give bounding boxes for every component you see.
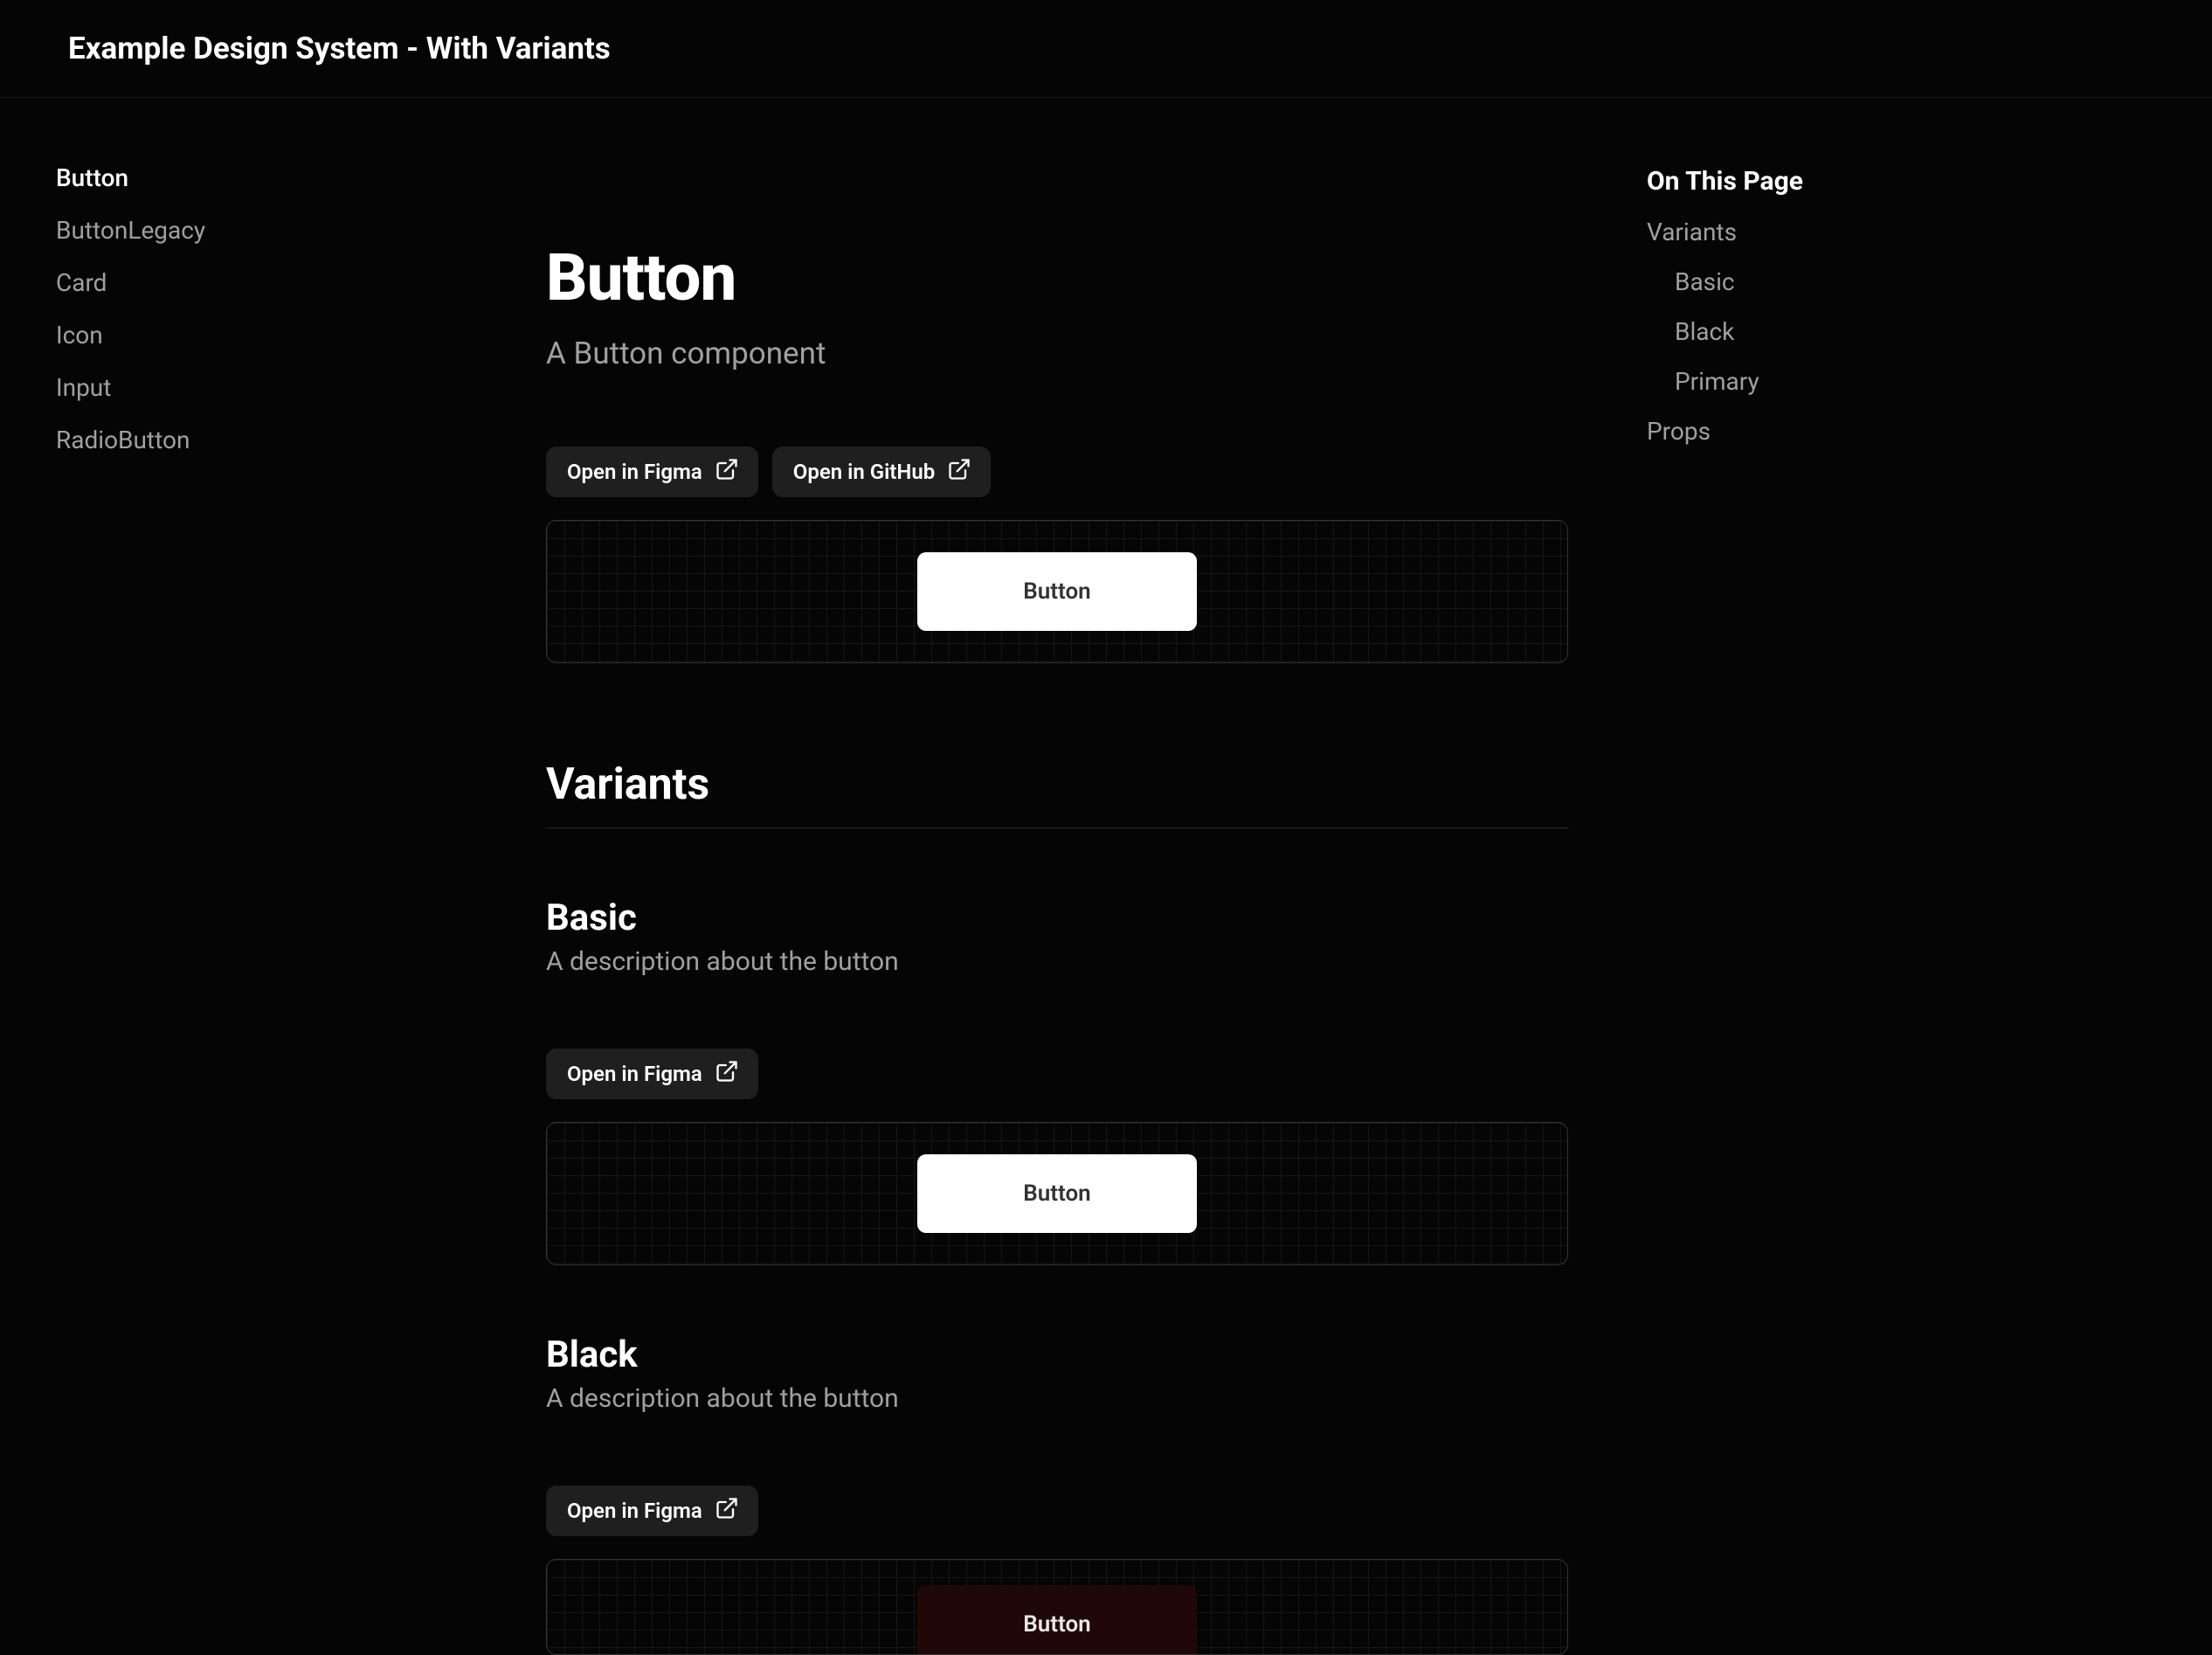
- open-in-github-button[interactable]: Open in GitHub: [772, 447, 991, 497]
- demo-button-black[interactable]: Button: [917, 1585, 1197, 1655]
- open-in-figma-button[interactable]: Open in Figma: [546, 1485, 758, 1536]
- sidebar-item-buttonlegacy[interactable]: ButtonLegacy: [56, 218, 546, 243]
- toc-heading: On This Page: [1647, 166, 1803, 197]
- component-preview-basic: Button: [546, 1122, 1568, 1265]
- page-subtitle: A Button component: [546, 336, 1568, 371]
- variant-black-desc: A description about the button: [546, 1383, 1568, 1414]
- component-preview-black: Button: [546, 1559, 1568, 1655]
- open-in-figma-button[interactable]: Open in Figma: [546, 1049, 758, 1099]
- open-in-figma-label: Open in Figma: [567, 1499, 702, 1523]
- sidebar-item-icon[interactable]: Icon: [56, 323, 546, 348]
- variants-heading: Variants: [546, 759, 1568, 828]
- toc-item-primary[interactable]: Primary: [1675, 367, 1803, 396]
- toc-item-basic[interactable]: Basic: [1675, 267, 1803, 296]
- demo-button-basic[interactable]: Button: [917, 1154, 1197, 1233]
- toc-item-props[interactable]: Props: [1647, 417, 1803, 446]
- toc-item-variants[interactable]: Variants: [1647, 218, 1803, 246]
- demo-button[interactable]: Button: [917, 552, 1197, 631]
- sidebar-item-input[interactable]: Input: [56, 376, 546, 400]
- sidebar-item-card[interactable]: Card: [56, 271, 546, 295]
- open-in-figma-label: Open in Figma: [567, 1062, 702, 1086]
- component-preview: Button: [546, 520, 1568, 663]
- open-in-figma-button[interactable]: Open in Figma: [546, 447, 758, 497]
- variant-black-title: Black: [546, 1333, 1568, 1376]
- open-in-github-label: Open in GitHub: [793, 460, 935, 484]
- header-title: Example Design System - With Variants: [68, 31, 611, 66]
- sidebar-nav: Button ButtonLegacy Card Icon Input Radi…: [0, 98, 546, 1655]
- external-link-icon: [715, 1496, 739, 1526]
- external-link-icon: [715, 457, 739, 487]
- open-in-figma-label: Open in Figma: [567, 460, 702, 484]
- sidebar-item-button[interactable]: Button: [56, 166, 546, 190]
- sidebar-item-radiobutton[interactable]: RadioButton: [56, 428, 546, 453]
- external-link-icon: [947, 457, 971, 487]
- variant-basic-title: Basic: [546, 897, 1568, 939]
- toc-item-black[interactable]: Black: [1675, 317, 1803, 346]
- main-content: Button A Button component Open in Figma …: [546, 98, 1568, 1655]
- page-title: Button: [546, 246, 1568, 311]
- table-of-contents: On This Page Variants Basic Black Primar…: [1568, 98, 1803, 1655]
- variant-basic-desc: A description about the button: [546, 946, 1568, 977]
- external-link-icon: [715, 1059, 739, 1089]
